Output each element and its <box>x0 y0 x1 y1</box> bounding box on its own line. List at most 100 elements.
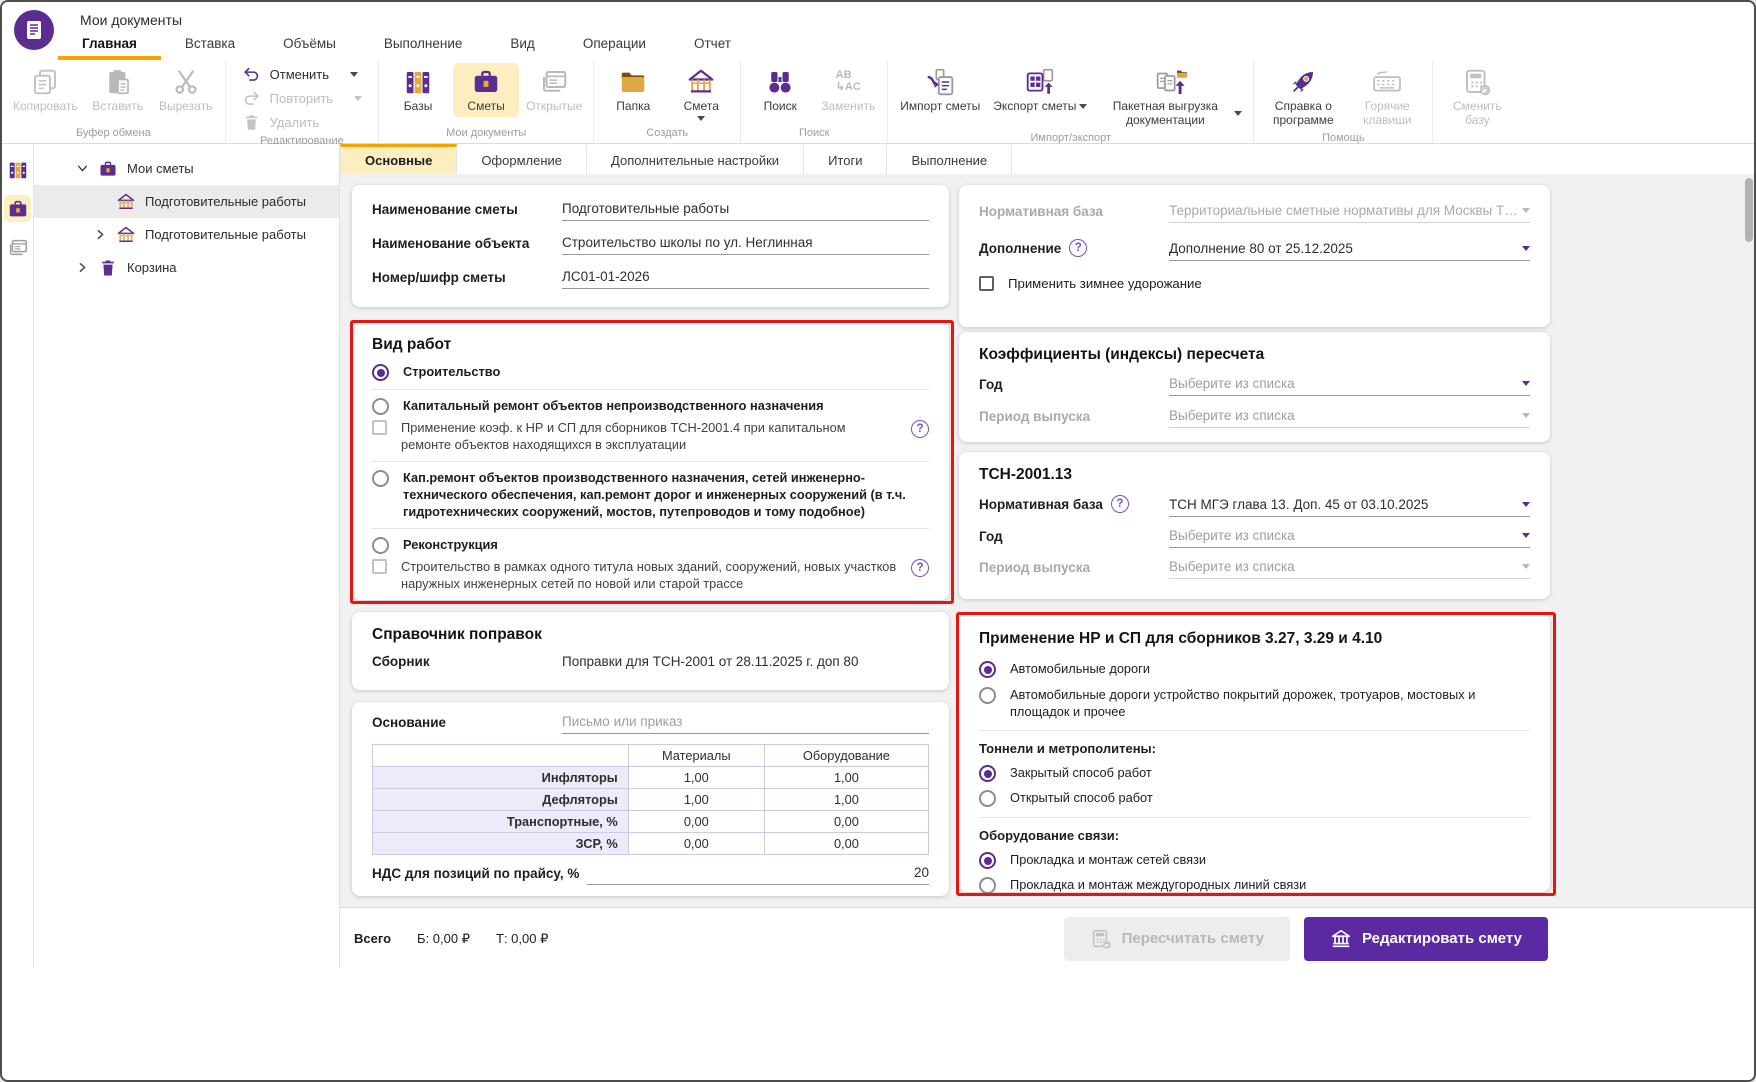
normbase-select[interactable]: Территориальные сметные нормативы для Мо… <box>1169 203 1530 223</box>
change-base-button[interactable]: Сменить базу <box>1439 63 1515 131</box>
estimates-button[interactable]: Сметы <box>453 63 520 117</box>
tab-general[interactable]: Основные <box>340 144 458 174</box>
chevron-right-icon[interactable] <box>94 228 107 241</box>
tsn13-base-select[interactable]: ТСН МГЭ глава 13. Доп. 45 от 03.10.2025 <box>1169 497 1530 517</box>
recalculate-button[interactable]: Пересчитать смету <box>1063 916 1291 961</box>
checkbox-nr-sp-coef[interactable]: Применение коэф. к НР и СП для сборников… <box>372 420 929 453</box>
cell-materials[interactable]: 1,00 <box>627 766 765 789</box>
ribbon-tab-operations[interactable]: Операции <box>559 31 670 60</box>
ribbon-tab-execution[interactable]: Выполнение <box>360 31 487 60</box>
paste-button[interactable]: Вставить <box>85 63 151 117</box>
toolbar-group-base: Сменить базу <box>1433 60 1521 143</box>
hotkeys-button[interactable]: Горячие клавиши <box>1348 63 1426 131</box>
house-icon <box>116 225 136 245</box>
comm-equipment-subheading: Оборудование связи: <box>979 828 1120 844</box>
search-button[interactable]: Поиск <box>747 63 813 117</box>
toolbar-group-create: Папка Смета Создать <box>594 60 742 143</box>
opened-button[interactable]: Открытые <box>521 63 587 117</box>
estimate-code-field[interactable]: ЛС01-01-2026 <box>562 269 929 289</box>
vat-field[interactable]: 20 <box>587 865 929 885</box>
period-select[interactable]: Выберите из списка <box>1169 408 1530 428</box>
import-estimate-button[interactable]: Импорт сметы <box>894 63 986 117</box>
supplement-select[interactable]: Дополнение 80 от 25.12.2025 <box>1169 241 1530 261</box>
tree-item-prep-works-1[interactable]: Подготовительные работы <box>34 185 339 218</box>
app-window: Мои документы Главная Вставка Объёмы Вып… <box>0 0 1756 1082</box>
ribbon-tab-view[interactable]: Вид <box>486 31 558 60</box>
help-icon[interactable]: ? <box>1069 239 1088 257</box>
cut-button[interactable]: Вырезать <box>153 63 219 117</box>
cell-equipment[interactable]: 1,00 <box>763 766 930 789</box>
tab-execution[interactable]: Выполнение <box>887 144 1013 174</box>
radio-reconstruction[interactable]: Реконструкция <box>372 537 929 555</box>
cell-materials[interactable]: 1,00 <box>627 788 765 811</box>
checkbox-single-title-construction[interactable]: Строительство в рамках одного титула нов… <box>372 559 929 592</box>
radio-comm-networks[interactable]: Прокладка и монтаж сетей связи <box>979 852 1530 870</box>
help-icon[interactable]: ? <box>911 420 929 438</box>
checkbox-winter-costs[interactable]: Применить зимнее удорожание <box>979 275 1530 292</box>
group-label-search: Поиск <box>799 127 830 139</box>
estimate-name-field[interactable]: Подготовительные работы <box>562 201 929 221</box>
radio-construction[interactable]: Строительство <box>372 364 929 381</box>
cell-materials[interactable]: 0,00 <box>627 832 765 855</box>
radio-comm-longdistance[interactable]: Прокладка и монтаж междугородных линий с… <box>979 877 1530 895</box>
strip-bases-icon[interactable] <box>4 156 31 183</box>
nr-sp-title: Применение НР и СП для сборников 3.27, 3… <box>979 630 1383 647</box>
folder-button[interactable]: Папка <box>600 63 666 117</box>
radio-closed-method[interactable]: Закрытый способ работ <box>979 765 1530 783</box>
tab-formatting[interactable]: Оформление <box>457 144 588 174</box>
strip-opened-icon[interactable] <box>4 234 31 261</box>
ribbon-tab-volumes[interactable]: Объёмы <box>259 31 360 60</box>
help-icon[interactable]: ? <box>911 559 929 578</box>
tab-totals[interactable]: Итоги <box>804 144 888 174</box>
undo-dropdown-icon[interactable] <box>350 72 359 77</box>
cell-equipment[interactable]: 0,00 <box>763 832 930 855</box>
radio-auto-roads-coatings[interactable]: Автомобильные дороги устройство покрытий… <box>979 687 1530 720</box>
redo-button[interactable]: Повторить <box>242 89 363 108</box>
replace-button[interactable]: AB ↳AC Заменить <box>815 63 881 117</box>
year-label: Год <box>979 377 1003 392</box>
radio-icon <box>372 364 389 381</box>
cell-equipment[interactable]: 1,00 <box>763 788 930 811</box>
strip-estimates-icon[interactable] <box>4 195 31 222</box>
about-button[interactable]: Справка о программе <box>1260 63 1346 131</box>
ribbon-tab-report[interactable]: Отчет <box>670 31 755 60</box>
year-select[interactable]: Выберите из списка <box>1169 376 1530 396</box>
export-dropdown-icon[interactable] <box>1079 104 1088 110</box>
object-name-field[interactable]: Строительство школы по ул. Неглинная <box>562 235 929 255</box>
export-estimate-button[interactable]: Экспорт сметы <box>988 63 1092 117</box>
radio-auto-roads[interactable]: Автомобильные дороги <box>979 661 1530 678</box>
delete-button[interactable]: Удалить <box>242 113 362 132</box>
tree-item-my-estimates[interactable]: Мои сметы <box>34 152 339 185</box>
radio-capital-repair-nonprod[interactable]: Капитальный ремонт объектов непроизводст… <box>372 398 929 415</box>
scrollbar-thumb[interactable] <box>1745 178 1753 242</box>
tree-item-trash[interactable]: Корзина <box>34 251 339 284</box>
radio-capital-repair-prod[interactable]: Кап.ремонт объектов производственного на… <box>372 470 929 520</box>
estimate-create-button[interactable]: Смета <box>668 63 734 124</box>
ribbon-tab-insert[interactable]: Вставка <box>161 31 259 60</box>
cell-materials[interactable]: 0,00 <box>627 810 765 833</box>
chevron-down-icon[interactable] <box>76 162 89 175</box>
basis-input[interactable] <box>562 714 929 734</box>
tsn13-period-select[interactable]: Выберите из списка <box>1169 559 1530 579</box>
vertical-scrollbar[interactable] <box>1745 176 1753 904</box>
cell-equipment[interactable]: 0,00 <box>763 810 930 833</box>
help-icon[interactable]: ? <box>1110 495 1129 513</box>
radio-open-method[interactable]: Открытый способ работ <box>979 790 1530 808</box>
tab-additional-settings[interactable]: Дополнительные настройки <box>587 144 805 174</box>
batch-upload-button[interactable]: Пакетная выгрузка документации <box>1094 63 1247 131</box>
tree-item-prep-works-2[interactable]: Подготовительные работы <box>34 218 339 251</box>
estimate-create-dropdown-icon[interactable] <box>697 115 706 121</box>
tree-item-label: Корзина <box>127 260 177 275</box>
edit-estimate-button[interactable]: Редактировать смету <box>1304 916 1548 961</box>
batch-dropdown-icon[interactable] <box>1234 111 1243 117</box>
chevron-right-icon[interactable] <box>76 261 89 274</box>
calculator-icon <box>1462 66 1492 98</box>
tsn13-year-select[interactable]: Выберите из списка <box>1169 528 1530 548</box>
ribbon-tab-main[interactable]: Главная <box>58 31 161 60</box>
radio-icon <box>979 852 996 870</box>
undo-button[interactable]: Отменить <box>242 65 362 84</box>
redo-dropdown-icon[interactable] <box>354 96 363 101</box>
keyboard-icon <box>1371 66 1403 98</box>
bases-button[interactable]: Базы <box>385 63 451 117</box>
copy-button[interactable]: Копировать <box>8 63 83 117</box>
